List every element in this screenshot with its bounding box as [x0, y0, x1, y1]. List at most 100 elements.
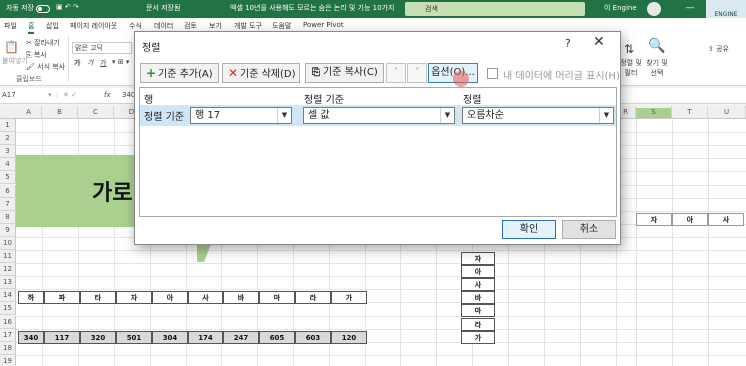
column-header[interactable]: A: [16, 106, 42, 119]
table-header-cell[interactable]: 파: [44, 291, 80, 305]
list-item-cell[interactable]: 자: [461, 252, 495, 265]
name-box[interactable]: A17: [2, 91, 42, 99]
sort-on-select[interactable]: 셀 값 ▼: [303, 107, 455, 124]
table-header-cell[interactable]: 타: [80, 291, 116, 305]
font-select[interactable]: 맑은 고딕: [72, 42, 132, 54]
table-value-cell[interactable]: 603: [295, 330, 331, 344]
row-select[interactable]: 행 17 ▼: [190, 107, 292, 124]
add-level-button[interactable]: + 기준 추가(A): [140, 63, 219, 83]
list-item-cell[interactable]: 라: [461, 317, 495, 331]
list-item-cell[interactable]: 아: [461, 265, 495, 279]
find-icon[interactable]: 🔍: [648, 38, 665, 54]
help-button[interactable]: ?: [565, 37, 571, 50]
find-select-button[interactable]: 찾기 및 선택: [646, 58, 668, 78]
menu-power-pivot[interactable]: Power Pivot: [303, 21, 344, 29]
ok-button[interactable]: 확인: [502, 220, 556, 239]
row-header[interactable]: 17: [0, 328, 16, 342]
minimize-button[interactable]: —: [680, 0, 700, 18]
copy-button[interactable]: ⎘ 복사: [26, 50, 47, 60]
name-box-dropdown-icon[interactable]: ▾ ⋮ ✕ ✓: [48, 91, 77, 99]
table-value-cell[interactable]: 320: [80, 330, 116, 344]
menu-help[interactable]: 도움말: [272, 21, 291, 31]
cut-button[interactable]: ✂ 잘라내기: [26, 38, 60, 48]
table-value-cell[interactable]: 120: [331, 330, 367, 344]
row-header[interactable]: 12: [0, 263, 16, 277]
row-header[interactable]: 9: [0, 223, 16, 237]
column-header[interactable]: U: [708, 106, 746, 119]
table-value-cell[interactable]: 247: [223, 330, 259, 344]
table-header-cell[interactable]: 바: [223, 291, 259, 305]
fx-icon[interactable]: fx: [104, 91, 111, 99]
row-header[interactable]: 2: [0, 132, 16, 146]
table-header-cell[interactable]: 가: [331, 291, 367, 305]
list-item-cell[interactable]: 가: [461, 330, 495, 344]
list-item-cell[interactable]: 사: [461, 278, 495, 292]
cancel-button[interactable]: 취소: [562, 220, 616, 239]
table-value-cell[interactable]: 501: [116, 330, 152, 344]
menu-view[interactable]: 보기: [209, 21, 222, 31]
table-value-cell[interactable]: 174: [188, 330, 223, 344]
menu-file[interactable]: 파일: [4, 21, 17, 31]
share-button[interactable]: ⇪ 공유: [708, 44, 729, 54]
sort-filter-button[interactable]: 정렬 및 필터: [620, 58, 642, 78]
format-painter-button[interactable]: 🖌 서식 복사: [26, 62, 65, 72]
row-header[interactable]: 18: [0, 341, 16, 355]
save-icon[interactable]: ▣ ↶ ↷: [56, 3, 79, 11]
row-header[interactable]: 13: [0, 276, 16, 290]
list-item-cell[interactable]: 바: [461, 291, 495, 305]
header-cell[interactable]: 자: [636, 212, 672, 226]
avatar[interactable]: [647, 2, 661, 16]
underline-button[interactable]: 가: [100, 58, 106, 68]
menu-home[interactable]: 홈: [28, 21, 35, 34]
header-checkbox[interactable]: [487, 68, 498, 79]
copy-level-button[interactable]: ⎘ 기준 복사(C): [305, 63, 384, 83]
search-box[interactable]: 검색: [405, 2, 585, 16]
table-value-cell[interactable]: 340: [18, 330, 44, 344]
row-header[interactable]: 19: [0, 354, 16, 366]
delete-level-button[interactable]: ✕ 기준 삭제(D): [222, 63, 300, 83]
list-item-cell[interactable]: 마: [461, 304, 495, 318]
underline-dropdown-icon[interactable]: ▾ ⊞ ▾: [112, 58, 129, 66]
menu-developer[interactable]: 개발 도구: [234, 21, 262, 31]
table-header-cell[interactable]: 사: [188, 291, 223, 305]
row-header[interactable]: 7: [0, 197, 16, 211]
menu-data[interactable]: 데이터: [154, 21, 173, 31]
table-header-cell[interactable]: 자: [116, 291, 152, 305]
row-header[interactable]: 4: [0, 158, 16, 172]
table-value-cell[interactable]: 304: [152, 330, 188, 344]
row-header[interactable]: 15: [0, 302, 16, 316]
row-header[interactable]: 8: [0, 210, 16, 224]
column-header[interactable]: T: [672, 106, 708, 119]
paste-icon[interactable]: 📋: [4, 40, 19, 54]
row-header[interactable]: 1: [0, 119, 16, 133]
row-header[interactable]: 10: [0, 236, 16, 250]
table-value-cell[interactable]: 117: [44, 330, 80, 344]
row-header[interactable]: 16: [0, 315, 16, 329]
table-header-cell[interactable]: 아: [152, 291, 188, 305]
move-down-button[interactable]: ˅: [407, 63, 427, 83]
row-header[interactable]: 14: [0, 289, 16, 303]
sort-filter-icon[interactable]: ⇅: [624, 42, 634, 56]
menu-insert[interactable]: 삽입: [46, 21, 59, 31]
row-header[interactable]: 6: [0, 184, 16, 198]
header-cell[interactable]: 사: [708, 212, 744, 226]
row-header[interactable]: 3: [0, 145, 16, 159]
table-header-cell[interactable]: 라: [295, 291, 331, 305]
autosave-toggle[interactable]: [36, 5, 50, 13]
paste-button[interactable]: 붙여넣기: [2, 56, 28, 66]
order-select[interactable]: 오름차순 ▼: [462, 107, 614, 124]
close-button[interactable]: ✕: [593, 34, 605, 50]
column-header[interactable]: C: [78, 106, 114, 119]
move-up-button[interactable]: ˄: [386, 63, 406, 83]
header-cell[interactable]: 아: [672, 212, 708, 226]
row-header[interactable]: 5: [0, 171, 16, 185]
column-header[interactable]: S: [636, 106, 672, 119]
menu-formulas[interactable]: 수식: [129, 21, 142, 31]
bold-button[interactable]: 가: [74, 58, 80, 68]
menu-review[interactable]: 검토: [184, 21, 197, 31]
column-header[interactable]: B: [42, 106, 78, 119]
row-header[interactable]: 11: [0, 250, 16, 264]
italic-button[interactable]: 가: [87, 58, 93, 68]
menu-page-layout[interactable]: 페이지 레이아웃: [70, 21, 117, 31]
table-value-cell[interactable]: 605: [259, 330, 295, 344]
